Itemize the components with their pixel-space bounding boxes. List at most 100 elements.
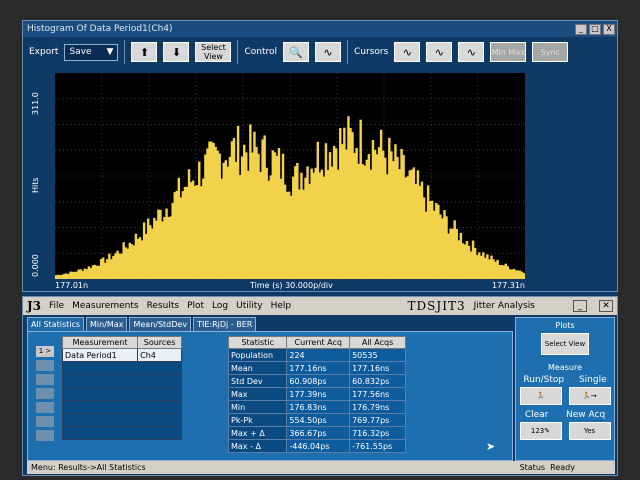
menu-utility[interactable]: Utility <box>236 301 262 311</box>
tab-all-statistics[interactable]: All Statistics <box>27 317 85 331</box>
save-dropdown[interactable]: Save ▼ <box>64 43 119 61</box>
table-row[interactable] <box>61 387 182 401</box>
measure-buttons-row: 🏃 🏃→ <box>516 387 614 405</box>
row-selector: 1 > <box>36 346 54 441</box>
close-button[interactable]: ✕ <box>599 300 613 312</box>
control-panel: Plots Select View Measure Run/Stop Singl… <box>515 317 615 461</box>
clear-buttons-row: 123✎ Yes <box>516 422 614 440</box>
pan-button[interactable]: ∿ <box>315 42 342 62</box>
row-button-4[interactable] <box>36 388 54 399</box>
menu-help[interactable]: Help <box>271 301 292 311</box>
cursor-vertical-button[interactable]: ∿ <box>426 42 453 62</box>
chevron-down-icon: ▼ <box>106 47 114 57</box>
tab-mean-stddev[interactable]: Mean/StdDev <box>129 317 192 331</box>
toolbar-separator <box>237 40 239 64</box>
table-row[interactable] <box>61 374 182 388</box>
screen: Histogram Of Data Period1(Ch4) _ □ X Exp… <box>22 20 618 476</box>
run-stop-button[interactable]: 🏃 <box>519 387 562 405</box>
zoom-button[interactable]: 🔍 <box>283 42 310 62</box>
column-header: All Acqs <box>349 336 406 349</box>
table-row: Min 176.83ns 176.79ns <box>227 400 406 414</box>
measure-labels-row: Run/Stop Single <box>516 375 614 385</box>
wave-icon: ∿ <box>323 45 333 59</box>
sine-wave-vbar-icon: ∿ <box>434 45 444 59</box>
current-acq-value: 177.16ns <box>286 361 351 375</box>
toolbar-separator <box>347 40 349 64</box>
menu-log[interactable]: Log <box>212 301 228 311</box>
single-label: Single <box>578 375 607 385</box>
row-button-1[interactable]: 1 > <box>36 346 54 357</box>
menu-results[interactable]: Results <box>147 301 180 311</box>
statistic-name: Max + Δ <box>227 426 288 440</box>
minimize-button[interactable]: _ <box>575 23 587 35</box>
menu-plot[interactable]: Plot <box>187 301 204 311</box>
table-cell <box>61 413 139 427</box>
statistics-panel: 1 > Measurement Sources Data Period1 Ch4… <box>27 331 513 461</box>
measurement-table: Measurement Sources Data Period1 Ch4 <box>61 336 182 440</box>
tab-tie-rjdj-ber[interactable]: TIE:RjDj - BER <box>193 317 257 331</box>
single-button[interactable]: 🏃→ <box>568 387 611 405</box>
table-cell <box>61 400 139 414</box>
menu-file[interactable]: File <box>49 301 64 311</box>
menu-measurements[interactable]: Measurements <box>72 301 138 311</box>
y-axis-label: Hits <box>31 177 40 193</box>
measurement-source: Ch4 <box>137 348 182 362</box>
minmax-button[interactable]: Min Max <box>490 42 527 62</box>
status-value: Ready <box>550 463 575 472</box>
menubar: J3 File Measurements Results Plot Log Ut… <box>23 297 617 315</box>
brand: TDSJIT3 <box>407 299 466 313</box>
table-cell <box>137 387 182 401</box>
table-row[interactable] <box>61 413 182 427</box>
brand-subtitle: Jitter Analysis <box>473 301 535 311</box>
row-button-2[interactable] <box>36 360 54 371</box>
table-row: Pk-Pk 554.50ps 769.77ps <box>227 413 406 427</box>
table-cell <box>137 413 182 427</box>
cursor-horizontal-button[interactable]: ∿ <box>458 42 485 62</box>
table-cell <box>61 426 139 440</box>
statistic-name: Max - Δ <box>227 439 288 453</box>
maximize-button[interactable]: □ <box>589 23 601 35</box>
save-dropdown-value: Save <box>69 47 92 57</box>
column-header: Current Acq <box>286 336 351 349</box>
table-row[interactable] <box>61 426 182 440</box>
table-row[interactable] <box>61 361 182 375</box>
table-row[interactable]: Data Period1 Ch4 <box>61 348 182 362</box>
row-button-3[interactable] <box>36 374 54 385</box>
all-acqs-value: 60.832ps <box>349 374 406 388</box>
close-button[interactable]: X <box>603 23 615 35</box>
mouse-pointer-icon: ➤ <box>486 440 496 453</box>
all-acqs-value: 177.16ns <box>349 361 406 375</box>
export-data-button[interactable]: ⬇ <box>163 42 190 62</box>
column-header[interactable]: Sources <box>137 336 182 349</box>
sync-button[interactable]: Sync <box>532 42 569 62</box>
histogram-plot[interactable] <box>55 73 525 279</box>
new-acq-yes-button[interactable]: Yes <box>568 422 611 440</box>
select-view-button[interactable]: Select View <box>541 333 589 355</box>
row-button-6[interactable] <box>36 416 54 427</box>
clear-label: Clear <box>524 410 549 420</box>
current-acq-value: -446.04ps <box>286 439 351 453</box>
run-stop-label: Run/Stop <box>523 375 565 385</box>
row-button-5[interactable] <box>36 402 54 413</box>
statistic-name: Max <box>227 387 288 401</box>
all-acqs-value: -761.55ps <box>349 439 406 453</box>
column-header[interactable]: Measurement <box>61 336 139 349</box>
minimize-button[interactable]: _ <box>573 300 587 312</box>
table-cell <box>137 400 182 414</box>
statistics-table: Statistic Current Acq All Acqs Populatio… <box>227 336 406 453</box>
measure-label: Measure <box>548 363 582 372</box>
select-view-button[interactable]: Select View <box>195 42 232 62</box>
export-image-button[interactable]: ⬆ <box>131 42 158 62</box>
clear-button[interactable]: 123✎ <box>519 422 562 440</box>
histogram-bar <box>522 273 525 279</box>
table-row[interactable] <box>61 400 182 414</box>
current-acq-value: 176.83ns <box>286 400 351 414</box>
control-label: Control <box>244 47 278 57</box>
table-cell <box>61 387 139 401</box>
tab-min-max[interactable]: Min/Max <box>86 317 128 331</box>
table-row: Max 177.39ns 177.56ns <box>227 387 406 401</box>
row-button-7[interactable] <box>36 430 54 441</box>
runner-arrow-icon: 🏃→ <box>582 392 597 400</box>
cursor-off-button[interactable]: ∿ <box>394 42 421 62</box>
all-acqs-value: 177.56ns <box>349 387 406 401</box>
